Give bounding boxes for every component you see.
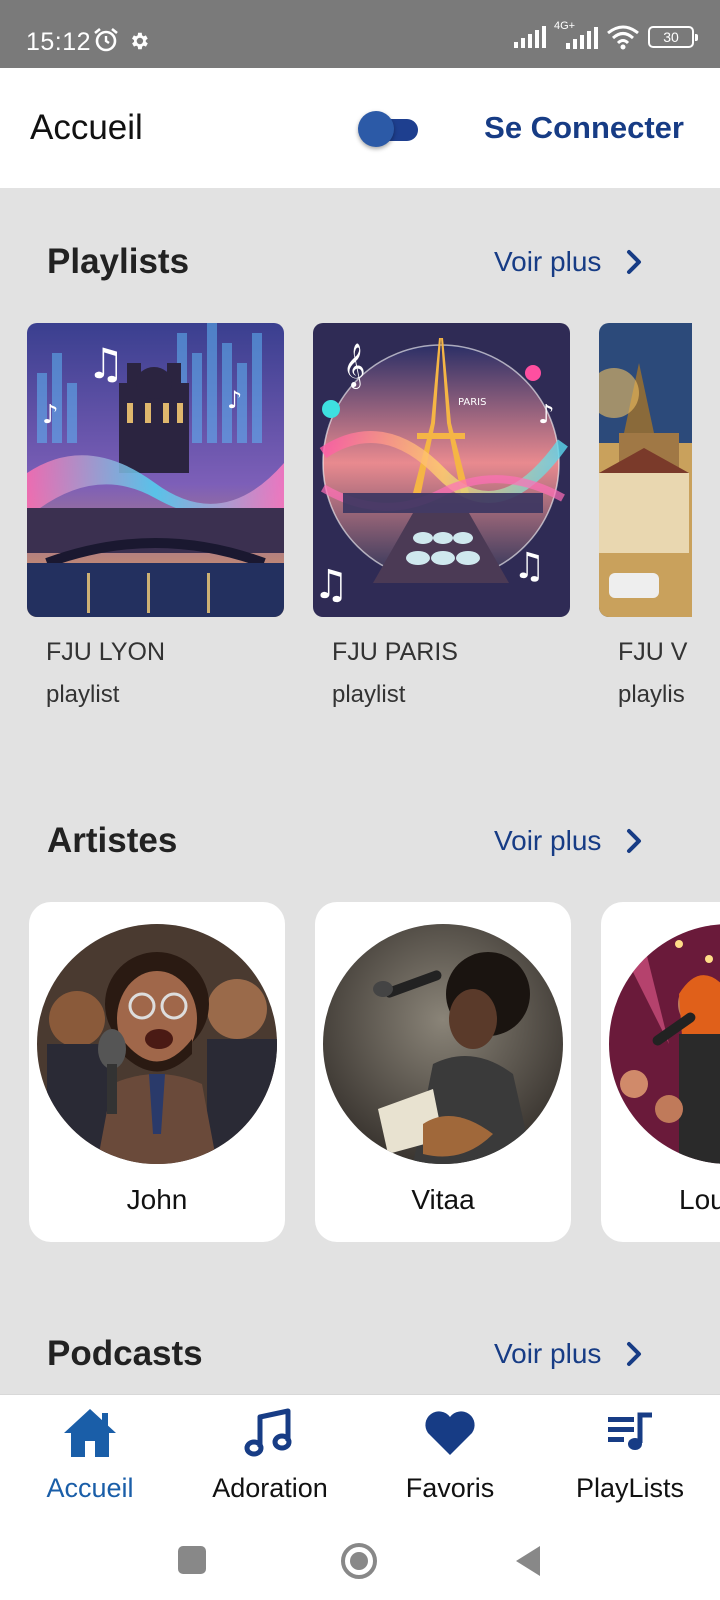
- artists-see-more-button[interactable]: Voir plus: [494, 825, 649, 857]
- recent-apps-button[interactable]: [178, 1546, 206, 1574]
- chevron-right-icon: [627, 829, 642, 853]
- chevron-right-icon: [627, 1342, 642, 1366]
- heart-icon: [425, 1411, 475, 1455]
- podcasts-title: Podcasts: [47, 1334, 203, 1373]
- see-more-label: Voir plus: [494, 1338, 602, 1369]
- battery-icon: 30: [648, 26, 698, 48]
- system-navigation-bar: [0, 1524, 720, 1600]
- playlist-cover-image: PARIS 𝄞 ♫ ♫ ♪: [313, 323, 570, 617]
- see-more-label: Voir plus: [494, 825, 602, 856]
- nav-label: Accueil: [46, 1473, 134, 1503]
- content-area: Playlists Voir plus ♫ ♪ ♪ FJU LYON playl…: [0, 0, 720, 1600]
- playlist-card-lyon[interactable]: ♫ ♪ ♪ FJU LYON playlist: [27, 323, 284, 708]
- app-bar: Accueil Se Connecter: [0, 68, 720, 188]
- playlist-card-partial[interactable]: FJU V playlis: [599, 323, 692, 743]
- nav-label: Favoris: [405, 1473, 495, 1503]
- signal-icon: [514, 26, 546, 48]
- playlist-type: playlis: [618, 681, 685, 708]
- artist-name: Vitaa: [411, 1184, 475, 1215]
- svg-text:♫: ♫: [87, 339, 125, 388]
- svg-text:♪: ♪: [538, 400, 555, 430]
- svg-text:♫: ♫: [313, 562, 349, 608]
- playlist-icon: [608, 1412, 652, 1450]
- status-bar: 15:12 4G+ 30: [0, 0, 720, 68]
- page-title: Accueil: [30, 108, 143, 147]
- signal-icon-2: [566, 27, 598, 49]
- nav-label: PlayLists: [575, 1473, 685, 1503]
- podcasts-see-more-button[interactable]: Voir plus: [494, 1338, 649, 1370]
- artists-title: Artistes: [47, 821, 178, 860]
- artist-avatar: [37, 924, 277, 1164]
- svg-text:♫: ♫: [513, 546, 545, 587]
- battery-level: 30: [663, 29, 679, 45]
- playlist-type: playlist: [332, 681, 406, 708]
- artist-avatar: [323, 924, 563, 1164]
- svg-text:PARIS: PARIS: [458, 397, 486, 408]
- theme-toggle[interactable]: [358, 111, 420, 147]
- playlist-type: playlist: [46, 681, 120, 708]
- toggle-thumb: [358, 111, 394, 147]
- home-system-button[interactable]: [340, 1542, 378, 1580]
- nav-label: Adoration: [212, 1473, 328, 1503]
- nav-item-playlists[interactable]: PlayLists: [540, 1395, 720, 1525]
- see-more-label: Voir plus: [494, 246, 602, 277]
- alarm-icon: [94, 27, 118, 52]
- artist-card-john[interactable]: John: [29, 902, 285, 1242]
- bottom-navigation: Accueil Adoration Favoris PlayLists: [0, 1394, 720, 1524]
- nav-item-accueil[interactable]: Accueil: [0, 1395, 180, 1525]
- nav-item-favoris[interactable]: Favoris: [360, 1395, 540, 1525]
- playlist-name: FJU LYON: [46, 638, 165, 666]
- svg-text:♪: ♪: [42, 400, 59, 430]
- artist-card-vitaa[interactable]: Vitaa: [315, 902, 571, 1242]
- artist-card-partial[interactable]: Lou: [601, 902, 720, 1242]
- status-time: 15:12: [26, 28, 92, 56]
- artist-name: John: [126, 1184, 188, 1215]
- playlist-cover-image: ♫ ♪ ♪: [27, 323, 284, 617]
- playlists-see-more-button[interactable]: Voir plus: [494, 246, 649, 278]
- playlist-card-paris[interactable]: PARIS 𝄞 ♫ ♫ ♪ FJU PARIS playlist: [313, 323, 570, 708]
- wifi-icon: [607, 25, 639, 50]
- playlist-name: FJU V: [618, 638, 688, 666]
- playlist-cover-image: [599, 323, 692, 617]
- back-button[interactable]: [512, 1544, 542, 1578]
- gear-icon: [132, 32, 148, 50]
- svg-text:𝄞: 𝄞: [343, 343, 365, 389]
- nav-item-adoration[interactable]: Adoration: [180, 1395, 360, 1525]
- login-button[interactable]: Se Connecter: [484, 110, 684, 146]
- svg-text:♪: ♪: [227, 386, 242, 414]
- network-indicator: 4G+: [554, 21, 598, 49]
- playlists-title: Playlists: [47, 242, 190, 281]
- chevron-right-icon: [627, 250, 642, 274]
- home-icon: [64, 1409, 116, 1457]
- artist-avatar: [609, 924, 720, 1164]
- playlist-name: FJU PARIS: [332, 638, 458, 666]
- artist-name: Lou: [679, 1184, 720, 1215]
- music-note-icon: [244, 1408, 292, 1457]
